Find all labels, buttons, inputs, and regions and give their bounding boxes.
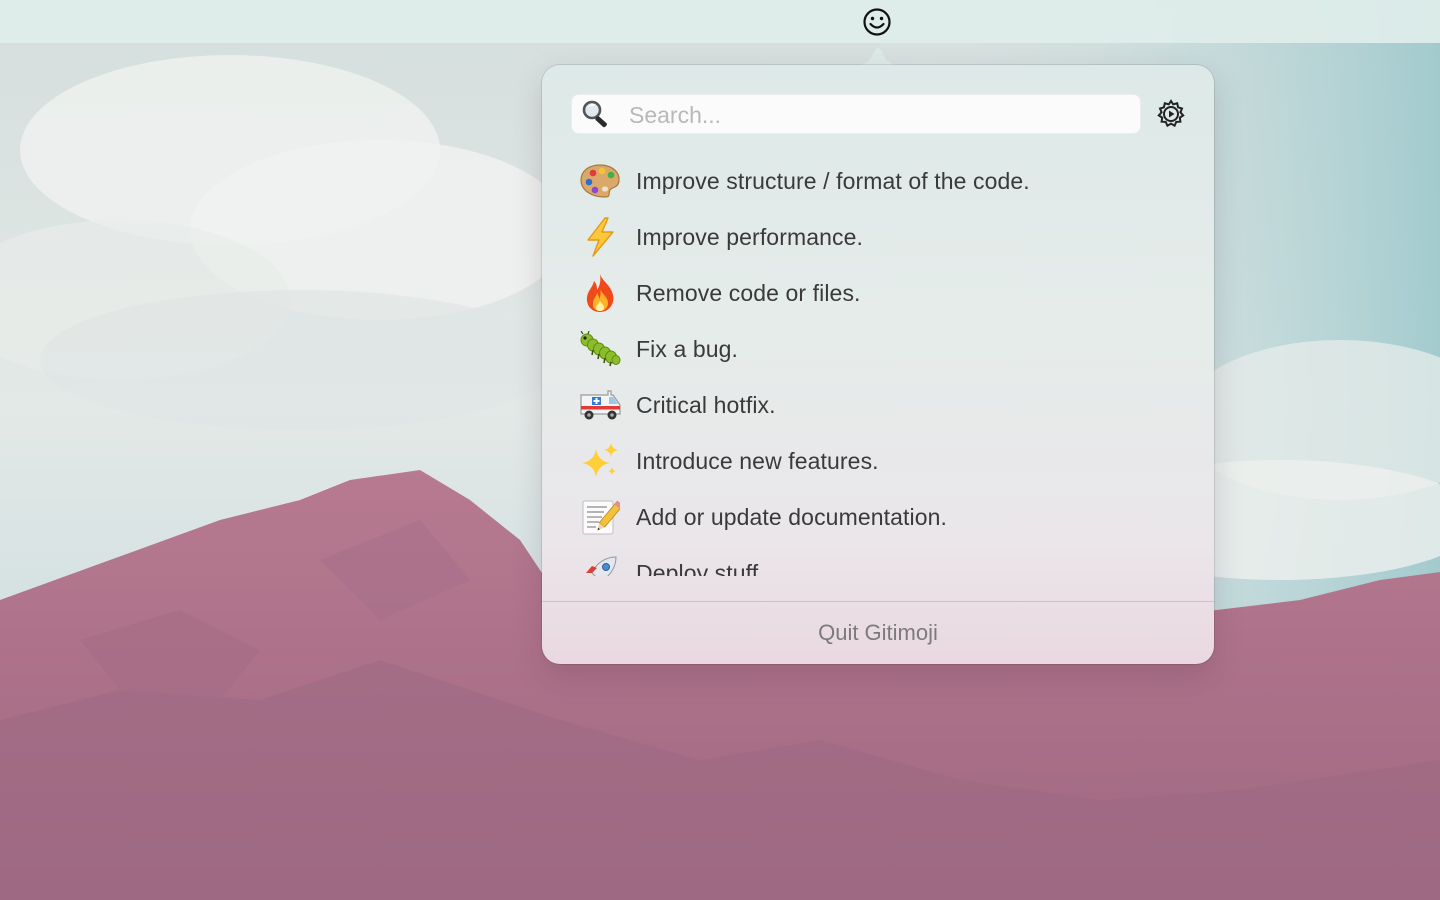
gear-icon[interactable]	[1154, 97, 1188, 131]
item-label: Critical hotfix.	[636, 391, 776, 418]
item-label: Introduce new features.	[636, 447, 879, 474]
search-input[interactable]	[627, 94, 1131, 136]
magnifying-glass-icon	[581, 99, 613, 129]
artist-palette-icon	[578, 159, 622, 203]
high-voltage-icon	[578, 215, 622, 259]
rocket-icon	[578, 551, 622, 576]
list-item[interactable]: Improve structure / format of the code.	[578, 153, 1178, 209]
memo-icon	[578, 495, 622, 539]
list-item[interactable]: Fix a bug.	[578, 321, 1178, 377]
item-label: Improve structure / format of the code.	[636, 167, 1030, 194]
menu-bar	[0, 0, 1440, 43]
list-item[interactable]: Add or update documentation.	[578, 489, 1178, 545]
item-label: Add or update documentation.	[636, 503, 947, 530]
quit-button[interactable]: Quit Gitimoji	[542, 602, 1214, 664]
item-label: Fix a bug.	[636, 335, 738, 362]
fire-icon	[578, 271, 622, 315]
bug-icon	[578, 327, 622, 371]
list-item[interactable]: Remove code or files.	[578, 265, 1178, 321]
list-item[interactable]: Improve performance.	[578, 209, 1178, 265]
emoji-list[interactable]: Improve structure / format of the code. …	[542, 151, 1214, 576]
item-label: Deploy stuff.	[636, 559, 765, 577]
search-box[interactable]	[571, 94, 1141, 136]
list-item[interactable]: Critical hotfix.	[578, 377, 1178, 433]
sparkles-icon	[578, 439, 622, 483]
smiley-face-icon[interactable]	[862, 7, 892, 37]
item-label: Remove code or files.	[636, 279, 861, 306]
item-label: Improve performance.	[636, 223, 863, 250]
list-item[interactable]: Deploy stuff.	[578, 545, 1178, 576]
gitimoji-popover: Improve structure / format of the code. …	[542, 65, 1214, 664]
list-item[interactable]: Introduce new features.	[578, 433, 1178, 489]
ambulance-icon	[578, 383, 622, 427]
